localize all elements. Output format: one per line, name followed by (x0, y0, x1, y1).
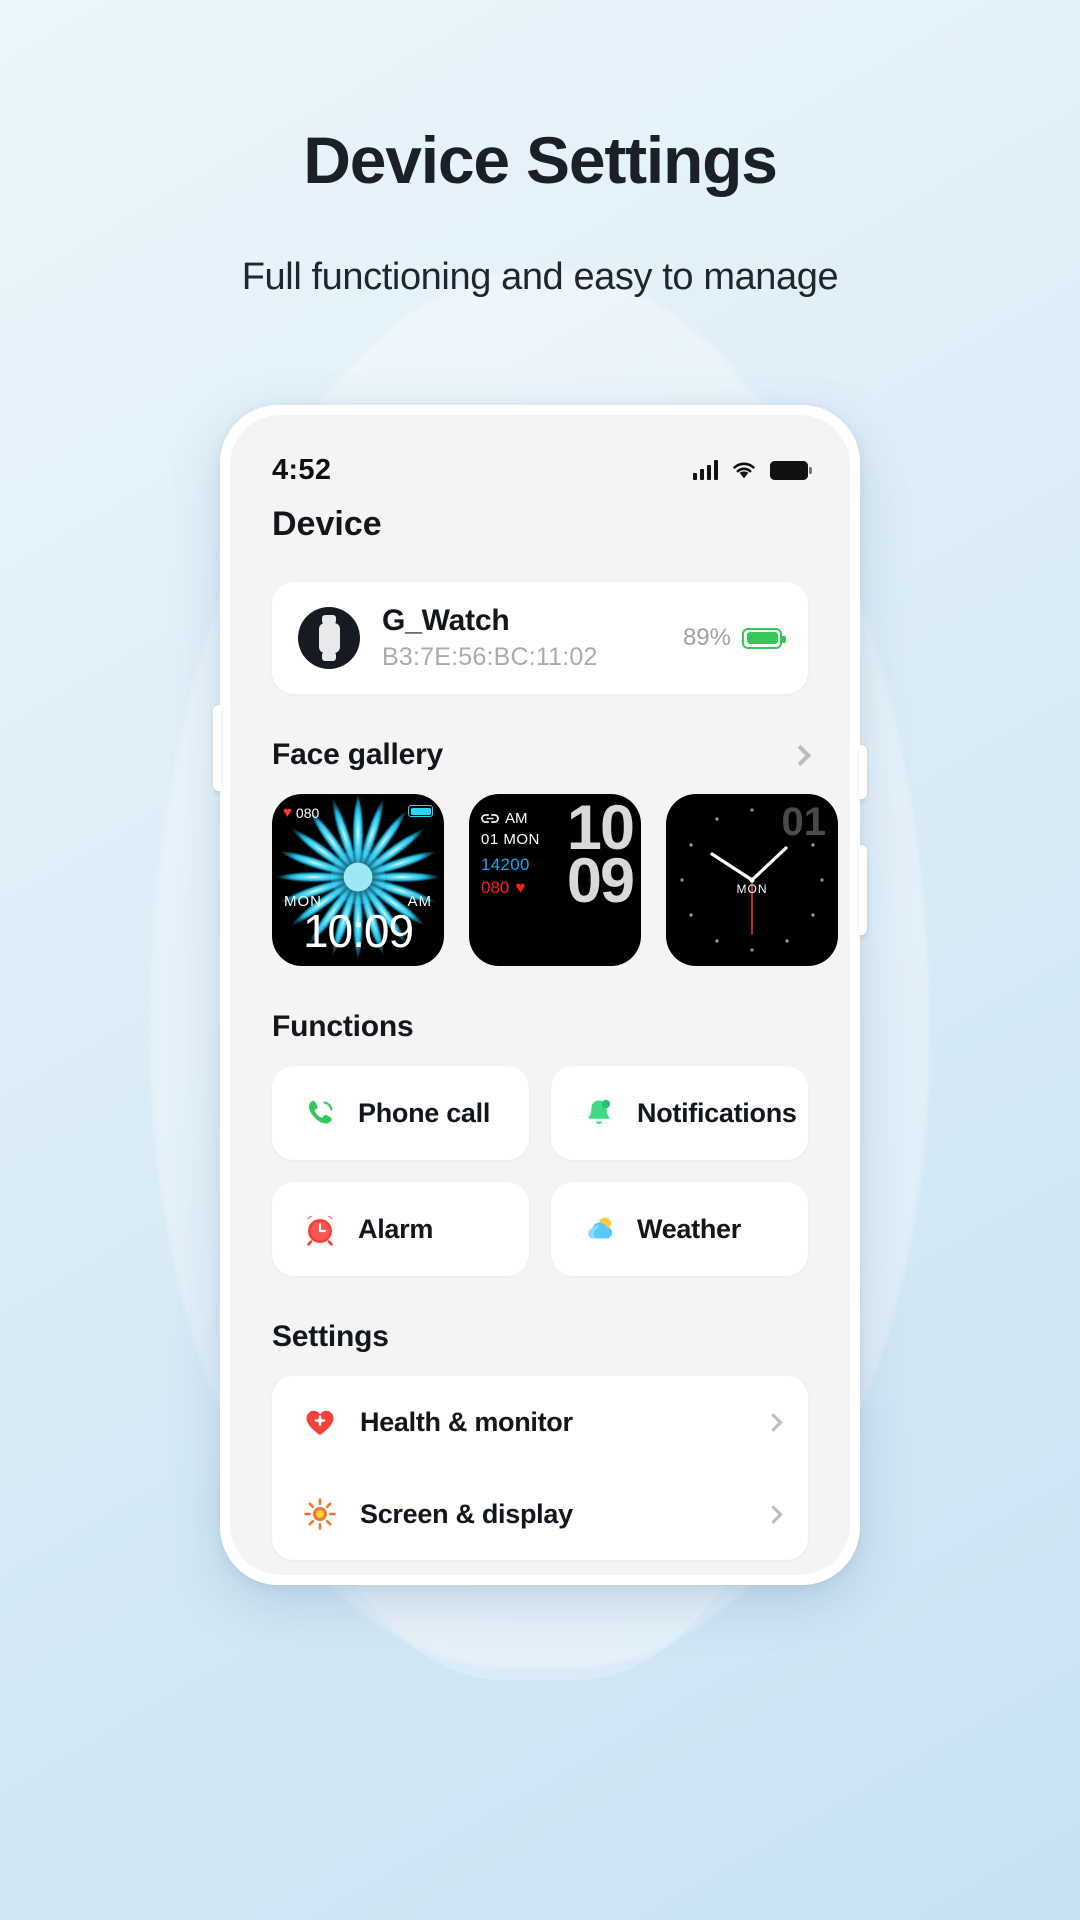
alarm-clock-icon (300, 1209, 340, 1249)
chevron-right-icon[interactable] (764, 1504, 783, 1524)
heart-icon: ♥ (283, 804, 292, 821)
wifi-icon (731, 460, 757, 480)
watch-face-time: 10:09 (302, 905, 414, 957)
smartwatch-icon (298, 607, 360, 669)
phone-mockup: 4:52 Device G_Watch B3:7E:56:BC:11:02 89… (213, 405, 867, 1585)
watch-face-date: 01 MON (481, 831, 540, 848)
watch-face-meridiem: AM (505, 810, 528, 827)
link-icon (481, 814, 499, 823)
device-card[interactable]: G_Watch B3:7E:56:BC:11:02 89% (272, 582, 808, 694)
brightness-icon (300, 1494, 340, 1534)
phone-button-right-2[interactable] (859, 845, 867, 935)
settings-list: Health & monitor Screen & display (272, 1376, 808, 1560)
face-gallery-title: Face gallery (272, 738, 444, 771)
page-title: Device Settings (303, 123, 778, 197)
settings-title: Settings (272, 1320, 389, 1353)
functions-grid: Phone call Notifications Alarm Weather (272, 1066, 808, 1276)
battery-icon (770, 460, 812, 480)
watch-face-flower[interactable]: ♥ 080 MON AM 10:09 (272, 794, 444, 966)
device-battery-percent: 89% (682, 624, 731, 651)
status-bar: 4:52 (230, 415, 850, 491)
chevron-right-icon[interactable] (764, 1412, 783, 1432)
function-label: Alarm (358, 1213, 434, 1244)
phone-icon (300, 1093, 340, 1133)
watch-face-analog[interactable]: 01 MON (666, 794, 838, 966)
weather-cloud-icon (579, 1209, 619, 1249)
settings-item-label: Screen & display (360, 1498, 573, 1529)
heart-plus-icon (300, 1402, 340, 1442)
phone-button-left[interactable] (213, 705, 221, 791)
watch-face-heart-rate: ♥ 080 (283, 804, 320, 821)
function-weather[interactable]: Weather (551, 1182, 808, 1276)
watch-face-heart-rate: 080 ♥ (481, 878, 526, 897)
phone-button-right-1[interactable] (859, 745, 867, 799)
face-gallery-list: ♥ 080 MON AM 10:09 AM 01 MON 14200 080 ♥… (272, 794, 838, 966)
settings-header: Settings (272, 1320, 808, 1354)
hero-section: Device Settings Full functioning and eas… (0, 0, 1080, 299)
function-phone-call[interactable]: Phone call (272, 1066, 529, 1160)
screen-title: Device (272, 505, 382, 543)
watch-face-digit: 01 (781, 800, 827, 844)
settings-item-screen-display[interactable]: Screen & display (272, 1468, 808, 1560)
settings-item-label: Health & monitor (360, 1406, 573, 1437)
function-alarm[interactable]: Alarm (272, 1182, 529, 1276)
page-subtitle: Full functioning and easy to manage (241, 256, 839, 298)
settings-item-health-monitor[interactable]: Health & monitor (272, 1376, 808, 1468)
watch-face-minute: 09 (566, 845, 635, 916)
face-gallery-header[interactable]: Face gallery (272, 738, 812, 772)
watch-face-clock: 10 09 (566, 797, 635, 916)
device-battery: 89% (682, 624, 786, 652)
phone-screen: 4:52 Device G_Watch B3:7E:56:BC:11:02 89… (230, 415, 850, 1575)
watch-face-digital[interactable]: AM 01 MON 14200 080 ♥ 10 09 (469, 794, 641, 966)
functions-title: Functions (272, 1010, 414, 1043)
watch-face-battery-icon (408, 805, 433, 817)
functions-header: Functions (272, 1010, 808, 1044)
function-label: Phone call (358, 1097, 491, 1128)
watch-face-weekday: MON (736, 882, 768, 896)
watch-face-steps: 14200 (481, 855, 530, 874)
function-notifications[interactable]: Notifications (551, 1066, 808, 1160)
device-name: G_Watch (382, 604, 510, 637)
chevron-right-icon[interactable] (789, 744, 812, 766)
battery-level-icon (742, 627, 786, 649)
device-mac-address: B3:7E:56:BC:11:02 (382, 643, 598, 671)
heart-icon: ♥ (515, 878, 526, 897)
function-label: Notifications (637, 1097, 797, 1128)
cellular-signal-icon (692, 460, 718, 480)
status-bar-time: 4:52 (272, 453, 332, 486)
bell-icon (579, 1093, 619, 1133)
function-label: Weather (637, 1213, 741, 1244)
